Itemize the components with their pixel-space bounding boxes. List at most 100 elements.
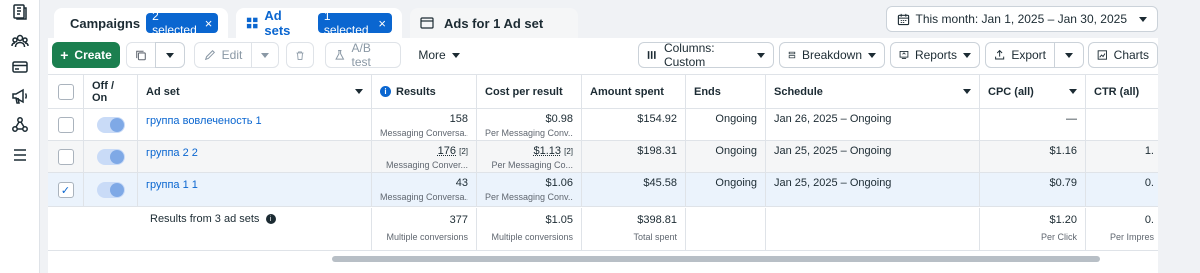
edit-dropdown[interactable]: [251, 42, 279, 68]
duplicate-button[interactable]: [126, 42, 156, 68]
column-header-results[interactable]: i Results: [372, 75, 477, 109]
delete-button[interactable]: [286, 42, 314, 68]
results-value[interactable]: 176: [438, 145, 456, 157]
pencil-icon: [204, 49, 215, 61]
ad-set-name-link[interactable]: группа 2 2: [146, 147, 198, 159]
totals-spent-cell: $398.81 Total spent: [582, 208, 686, 251]
table-row[interactable]: группа 2 2 176 [2] Messaging Conver... $1…: [48, 141, 1200, 173]
more-menu-button[interactable]: More: [410, 42, 468, 68]
select-all-cell: [48, 75, 84, 109]
ctr-cell: 0.: [1086, 173, 1162, 207]
clear-selection-icon[interactable]: ×: [378, 17, 386, 30]
totals-row: Results from 3 ad sets i 377 Multiple con…: [48, 208, 1200, 251]
row-checkbox[interactable]: [57, 117, 74, 133]
cost-per-result-value: $0.98: [545, 113, 573, 125]
totals-ends-cell: [686, 208, 766, 251]
ad-set-header-label: Ad set: [146, 85, 180, 98]
totals-label-cell: Results from 3 ad sets i: [48, 208, 372, 251]
select-all-checkbox[interactable]: [57, 83, 74, 100]
edit-button[interactable]: Edit: [194, 42, 252, 68]
duplicate-dropdown[interactable]: [155, 42, 185, 68]
ab-test-button[interactable]: A/B test: [325, 41, 401, 69]
tab-ad-sets[interactable]: Ad sets 1 selected ×: [236, 8, 402, 38]
campaigns-selection-chip[interactable]: 2 selected ×: [146, 9, 219, 37]
column-header-ad-set[interactable]: Ad set: [138, 75, 372, 109]
ad-sets-selection-chip[interactable]: 1 selected ×: [317, 9, 392, 37]
ad-sets-selection-count: 1 selected: [323, 9, 369, 37]
totals-cpc-cell: $1.20 Per Click: [980, 208, 1086, 251]
sort-caret-icon[interactable]: [963, 89, 971, 94]
results-footnote: [2]: [459, 147, 468, 156]
export-label: Export: [1011, 48, 1046, 62]
tab-campaigns-label: Campaigns: [70, 15, 141, 31]
clear-selection-icon[interactable]: ×: [205, 17, 213, 30]
row-select-cell: [48, 109, 84, 141]
reports-button[interactable]: Reports: [890, 42, 980, 68]
info-icon[interactable]: i: [265, 214, 276, 225]
schedule-cell: Jan 25, 2025 – Ongoing: [766, 173, 980, 207]
table-row[interactable]: ✓ группа 1 1 43 Messaging Conversa... $1.…: [48, 173, 1200, 207]
ad-set-name-link[interactable]: группа вовлеченость 1: [146, 115, 262, 127]
audience-icon[interactable]: [11, 32, 29, 50]
ends-header-label: Ends: [694, 85, 721, 98]
export-button[interactable]: Export: [985, 42, 1055, 68]
business-graph-icon[interactable]: [11, 116, 29, 134]
tab-ads[interactable]: Ads for 1 Ad set: [410, 8, 578, 38]
cost-per-result-value[interactable]: $1.13: [534, 145, 562, 157]
toolbar: + Create Edit A/B test More Columns: Cus…: [48, 38, 1200, 74]
ad-set-name-link[interactable]: группа 1 1: [146, 179, 198, 191]
column-header-schedule[interactable]: Schedule: [766, 75, 980, 109]
totals-ctr-type: Per Impres: [1109, 232, 1154, 242]
cost-per-result-type: Per Messaging Conv...: [485, 192, 573, 202]
results-type: Messaging Conversa...: [380, 192, 468, 202]
column-header-ends[interactable]: Ends: [686, 75, 766, 109]
amount-spent-cell: $198.31: [582, 141, 686, 173]
ctr-cell: 1.: [1086, 141, 1162, 173]
breakdown-button[interactable]: Breakdown: [779, 42, 885, 68]
results-cell: 43 Messaging Conversa...: [372, 173, 477, 207]
columns-label: Columns: Custom: [663, 41, 715, 69]
ads-manager-main: Campaigns 2 selected × Ad sets 1 selected…: [48, 0, 1200, 273]
billing-icon[interactable]: [11, 58, 29, 76]
totals-cpr-type: Multiple conversions: [491, 232, 573, 242]
column-header-cost-per-result[interactable]: Cost per result: [477, 75, 582, 109]
column-header-amount-spent[interactable]: Amount spent: [582, 75, 686, 109]
results-value: 158: [449, 113, 468, 125]
tab-campaigns[interactable]: Campaigns 2 selected ×: [54, 8, 228, 38]
date-range-picker[interactable]: This month: Jan 1, 2025 – Jan 30, 2025: [885, 6, 1158, 32]
cost-per-result-footnote: [2]: [564, 147, 573, 156]
column-header-off-on[interactable]: Off / On: [84, 75, 138, 109]
columns-button[interactable]: Columns: Custom: [638, 41, 774, 69]
export-dropdown[interactable]: [1054, 42, 1084, 68]
chevron-down-icon: [166, 52, 174, 58]
row-checkbox-checked[interactable]: ✓: [57, 182, 74, 198]
column-header-ctr[interactable]: CTR (all): [1086, 75, 1162, 109]
sort-caret-icon[interactable]: [1069, 89, 1077, 94]
row-select-cell: [48, 141, 84, 173]
chevron-down-icon: [451, 52, 460, 58]
totals-label: Results from 3 ad sets: [150, 213, 260, 225]
schedule-header-label: Schedule: [774, 85, 823, 98]
horizontal-scrollbar[interactable]: [332, 256, 1100, 262]
chevron-down-icon: [1139, 16, 1147, 22]
row-checkbox[interactable]: [57, 149, 74, 165]
amount-spent-value: $198.31: [637, 145, 677, 157]
info-icon[interactable]: i: [380, 86, 391, 97]
delivery-toggle[interactable]: [96, 149, 125, 165]
delivery-toggle[interactable]: [96, 117, 125, 133]
delivery-toggle[interactable]: [96, 182, 125, 198]
sort-caret-icon[interactable]: [355, 89, 363, 94]
create-button[interactable]: + Create: [52, 42, 120, 68]
ad-sets-grid-icon: [246, 17, 258, 29]
column-header-cpc[interactable]: CPC (all): [980, 75, 1086, 109]
table-row[interactable]: группа вовлеченость 1 158 Messaging Conve…: [48, 109, 1200, 141]
menu-icon[interactable]: [11, 146, 29, 164]
cost-per-result-cell: $0.98 Per Messaging Conv...: [477, 109, 582, 141]
pages-icon[interactable]: [11, 3, 29, 21]
cost-per-result-cell: $1.13 [2] Per Messaging Co...: [477, 141, 582, 173]
date-range-label: This month: Jan 1, 2025 – Jan 30, 2025: [915, 12, 1127, 26]
megaphone-icon[interactable]: [11, 87, 29, 105]
charts-button[interactable]: Charts: [1088, 42, 1158, 68]
ab-test-label: A/B test: [351, 41, 371, 69]
chart-icon: [1097, 50, 1107, 60]
